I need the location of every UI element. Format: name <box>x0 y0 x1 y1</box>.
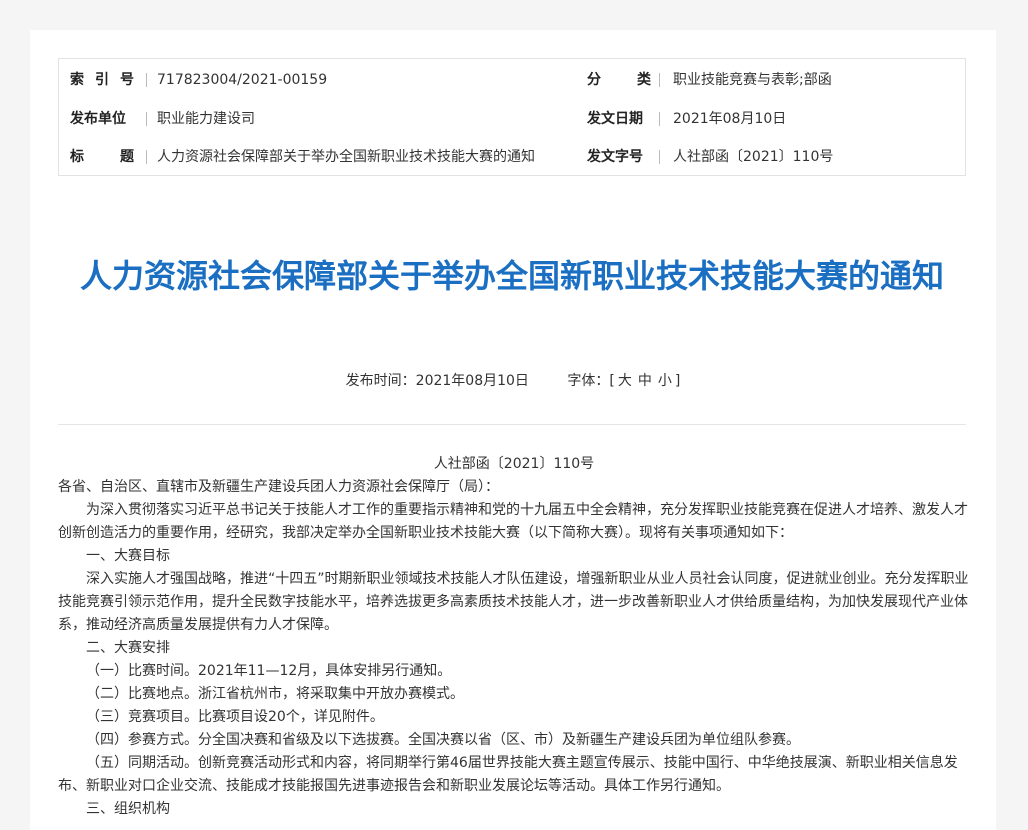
label-char: 分 <box>587 72 601 88</box>
meta-label-date: 发文日期 <box>587 111 643 127</box>
label-char: 索 <box>70 72 84 88</box>
meta-separator <box>146 112 147 126</box>
list-item: （一）比赛时间。2021年11—12月，具体安排另行通知。 <box>86 663 452 679</box>
divider <box>58 424 966 425</box>
list-item: （四）参赛方式。分全国决赛和省级及以下选拔赛。全国决赛以省（区、市）及新疆生产建… <box>86 732 800 748</box>
article-body: 人社部函〔2021〕110号 各省、自治区、直辖市及新疆生产建设兵团人力资源社会… <box>58 453 970 821</box>
meta-row: 标题 人力资源社会保障部关于举办全国新职业技术技能大赛的通知 发文字号 人社部函… <box>59 138 965 176</box>
font-size-control: 字体：[大中小] <box>567 373 680 389</box>
meta-row: 发布单位 职业能力建设司 发文日期 2021年08月10日 <box>59 100 965 138</box>
paragraph-goals: 深入实施人才强国战略，推进“十四五”时期新职业领域技术技能人才队伍建设，增强新职… <box>58 571 969 633</box>
meta-label-category: 分类 <box>587 61 651 99</box>
label-char: 引 <box>95 72 109 88</box>
meta-label-title: 标题 <box>70 138 134 176</box>
section-heading-1: 一、大赛目标 <box>86 548 170 564</box>
section-heading-3: 三、组织机构 <box>86 801 170 817</box>
meta-label-doc-number: 发文字号 <box>587 149 643 165</box>
label-char: 标 <box>70 149 84 165</box>
meta-value-doc-number: 人社部函〔2021〕110号 <box>673 149 834 165</box>
meta-label-publisher: 发布单位 <box>70 111 126 127</box>
meta-label-index: 索引号 <box>70 61 134 99</box>
font-size-label: 字体：[ <box>567 373 615 389</box>
label-char: 号 <box>120 72 134 88</box>
meta-value-date: 2021年08月10日 <box>673 111 787 127</box>
meta-separator <box>146 73 147 87</box>
font-size-small-link[interactable]: 小 <box>658 373 672 389</box>
paragraph-intro: 为深入贯彻落实习近平总书记关于技能人才工作的重要指示精神和党的十九届五中全会精神… <box>58 502 968 541</box>
meta-separator <box>659 150 660 164</box>
list-item: （五）同期活动。创新竞赛活动形式和内容，将同期举行第46届世界技能大赛主题宣传展… <box>58 755 958 794</box>
meta-separator <box>659 112 660 126</box>
meta-value-index: 717823004/2021-00159 <box>157 72 328 88</box>
font-size-medium-link[interactable]: 中 <box>638 373 652 389</box>
meta-row: 索引号 717823004/2021-00159 分类 职业技能竞赛与表彰;部函 <box>59 61 965 99</box>
article-page: 索引号 717823004/2021-00159 分类 职业技能竞赛与表彰;部函… <box>30 30 996 830</box>
label-char: 题 <box>120 149 134 165</box>
addressee: 各省、自治区、直辖市及新疆生产建设兵团人力资源社会保障厅（局）： <box>58 479 499 495</box>
font-size-large-link[interactable]: 大 <box>618 373 632 389</box>
article-title: 人力资源社会保障部关于举办全国新职业技术技能大赛的通知 <box>79 257 944 296</box>
meta-value-category: 职业技能竞赛与表彰;部函 <box>673 72 832 88</box>
doc-number-line: 人社部函〔2021〕110号 <box>433 456 595 472</box>
document-meta-table: 索引号 717823004/2021-00159 分类 职业技能竞赛与表彰;部函… <box>58 58 966 176</box>
font-size-close: ] <box>674 373 681 389</box>
meta-value-publisher: 职业能力建设司 <box>157 111 255 127</box>
publish-date: 2021年08月10日 <box>415 373 529 389</box>
publish-label: 发布时间： <box>345 373 416 389</box>
meta-separator <box>146 150 147 164</box>
list-item: （二）比赛地点。浙江省杭州市，将采取集中开放办赛模式。 <box>86 686 464 702</box>
meta-value-title: 人力资源社会保障部关于举办全国新职业技术技能大赛的通知 <box>157 149 535 165</box>
list-item: （三）竞赛项目。比赛项目设20个，详见附件。 <box>86 709 384 725</box>
section-heading-2: 二、大赛安排 <box>86 640 170 656</box>
label-char: 类 <box>637 72 651 88</box>
meta-separator <box>659 73 660 87</box>
publish-info: 发布时间：2021年08月10日 字体：[大中小] <box>30 370 996 390</box>
